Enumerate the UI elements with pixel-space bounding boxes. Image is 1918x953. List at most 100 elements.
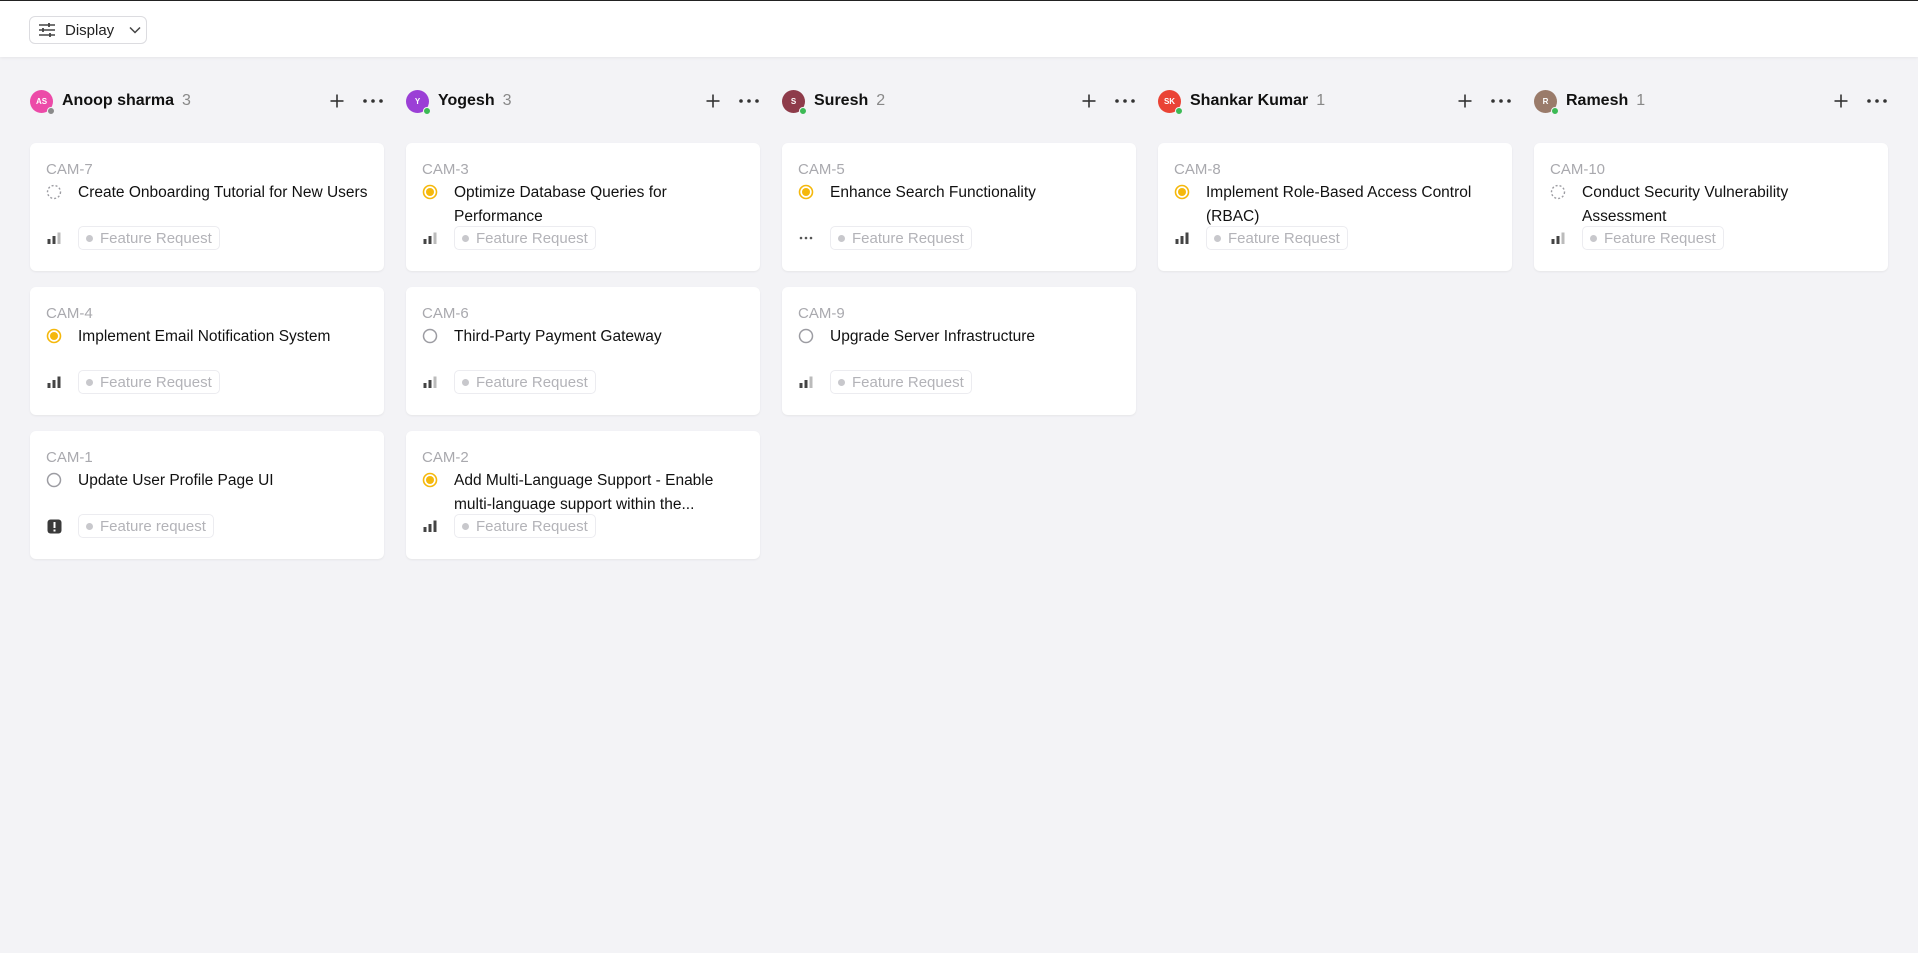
issue-card[interactable]: CAM-9 Upgrade Server Infrastructure Feat…: [782, 287, 1136, 415]
medium-priority-icon[interactable]: [46, 230, 62, 246]
medium-priority-icon[interactable]: [798, 374, 814, 390]
chevron-down-icon: [129, 26, 141, 34]
column-header: S Suresh 2: [782, 86, 1136, 116]
avatar[interactable]: Y: [406, 89, 431, 115]
display-button[interactable]: Display: [29, 16, 147, 44]
column-actions: [1078, 90, 1136, 112]
label-dot-icon: [838, 234, 845, 242]
label-chip[interactable]: Feature Request: [78, 226, 220, 250]
todo-status-icon[interactable]: [798, 328, 814, 344]
issue-title: Create Onboarding Tutorial for New Users: [78, 184, 368, 201]
backlog-status-icon[interactable]: [1550, 184, 1566, 200]
todo-status-icon[interactable]: [46, 472, 62, 488]
issue-card[interactable]: CAM-1 Update User Profile Page UI Featur…: [30, 431, 384, 559]
avatar[interactable]: AS: [30, 89, 55, 115]
medium-priority-icon[interactable]: [1550, 230, 1566, 246]
label-text: Feature Request: [1604, 229, 1716, 247]
avatar[interactable]: SK: [1158, 89, 1183, 115]
column-more-button[interactable]: [738, 90, 760, 112]
issue-id: CAM-5: [798, 161, 845, 178]
label-chip[interactable]: Feature Request: [830, 226, 972, 250]
label-dot-icon: [86, 522, 93, 530]
issue-title: Third-Party Payment Gateway: [454, 328, 662, 345]
in-progress-status-icon[interactable]: [46, 328, 62, 344]
avatar-initials: S: [790, 96, 797, 106]
label-chip[interactable]: Feature Request: [1206, 226, 1348, 250]
in-progress-status-icon[interactable]: [422, 472, 438, 488]
display-button-label: Display: [65, 21, 115, 39]
issue-card[interactable]: CAM-2 Add Multi-Language Support - Enabl…: [406, 431, 760, 559]
label-chip[interactable]: Feature Request: [454, 514, 596, 538]
issue-card[interactable]: CAM-8 Implement Role-Based Access Contro…: [1158, 143, 1512, 271]
avatar-initials: SK: [1163, 96, 1176, 106]
column-actions: [1454, 90, 1512, 112]
avatar[interactable]: S: [782, 89, 807, 115]
column-1: Y Yogesh 3 CAM-3 Optimize Database Queri…: [406, 86, 760, 575]
sliders-icon: [39, 23, 55, 37]
label-chip[interactable]: Feature Request: [1582, 226, 1724, 250]
issue-id: CAM-3: [422, 161, 469, 178]
add-card-button[interactable]: [1454, 90, 1476, 112]
label-chip[interactable]: Feature request: [78, 514, 214, 538]
issue-title: Enhance Search Functionality: [830, 184, 1036, 201]
more-horizontal-icon: [1867, 99, 1887, 103]
label-text: Feature Request: [476, 517, 588, 535]
in-progress-status-icon[interactable]: [1174, 184, 1190, 200]
label-dot-icon: [462, 522, 469, 530]
column-header: SK Shankar Kumar 1: [1158, 86, 1512, 116]
column-title: Shankar Kumar: [1190, 92, 1309, 109]
label-chip[interactable]: Feature Request: [454, 370, 596, 394]
plus-icon: [1082, 94, 1096, 108]
plus-icon: [706, 94, 720, 108]
add-card-button[interactable]: [1078, 90, 1100, 112]
column-actions: [1830, 90, 1888, 112]
issue-card[interactable]: CAM-10 Conduct Security Vulnerability As…: [1534, 143, 1888, 271]
column-4: R Ramesh 1 CAM-10 Conduct Security Vulne…: [1534, 86, 1888, 575]
add-card-button[interactable]: [326, 90, 348, 112]
presence-indicator: [1551, 106, 1559, 115]
urgent-priority-icon[interactable]: [46, 518, 62, 534]
column-count: 2: [876, 92, 886, 109]
label-chip[interactable]: Feature Request: [78, 370, 220, 394]
add-card-button[interactable]: [702, 90, 724, 112]
backlog-status-icon[interactable]: [46, 184, 62, 200]
column-more-button[interactable]: [1114, 90, 1136, 112]
plus-icon: [330, 94, 344, 108]
column-count: 3: [182, 92, 191, 109]
label-chip[interactable]: Feature Request: [454, 226, 596, 250]
in-progress-status-icon[interactable]: [798, 184, 814, 200]
plus-icon: [1458, 94, 1472, 108]
column-more-button[interactable]: [1490, 90, 1512, 112]
high-priority-icon[interactable]: [1174, 230, 1190, 246]
label-text: Feature Request: [852, 229, 964, 247]
medium-priority-icon[interactable]: [422, 230, 438, 246]
avatar-initials: AS: [35, 96, 48, 106]
avatar[interactable]: R: [1534, 89, 1559, 115]
issue-card[interactable]: CAM-6 Third-Party Payment Gateway Featur…: [406, 287, 760, 415]
issue-id: CAM-4: [46, 305, 93, 322]
issue-card[interactable]: CAM-3 Optimize Database Queries for Perf…: [406, 143, 760, 271]
column-actions: [702, 90, 760, 112]
label-text: Feature request: [100, 517, 206, 535]
column-more-button[interactable]: [1866, 90, 1888, 112]
todo-status-icon[interactable]: [422, 328, 438, 344]
label-dot-icon: [462, 234, 469, 242]
column-more-button[interactable]: [362, 90, 384, 112]
issue-id: CAM-8: [1174, 161, 1221, 178]
column-title: Suresh: [814, 92, 869, 109]
high-priority-icon[interactable]: [422, 518, 438, 534]
label-chip[interactable]: Feature Request: [830, 370, 972, 394]
issue-card[interactable]: CAM-5 Enhance Search Functionality Featu…: [782, 143, 1136, 271]
issue-id: CAM-10: [1550, 161, 1606, 178]
add-card-button[interactable]: [1830, 90, 1852, 112]
no-priority-icon[interactable]: [798, 230, 814, 246]
issue-id: CAM-7: [46, 161, 93, 178]
label-text: Feature Request: [476, 229, 588, 247]
in-progress-status-icon[interactable]: [422, 184, 438, 200]
issue-card[interactable]: CAM-7 Create Onboarding Tutorial for New…: [30, 143, 384, 271]
medium-priority-icon[interactable]: [422, 374, 438, 390]
high-priority-icon[interactable]: [46, 374, 62, 390]
column-actions: [326, 90, 384, 112]
issue-card[interactable]: CAM-4 Implement Email Notification Syste…: [30, 287, 384, 415]
column-count: 1: [1316, 92, 1326, 109]
